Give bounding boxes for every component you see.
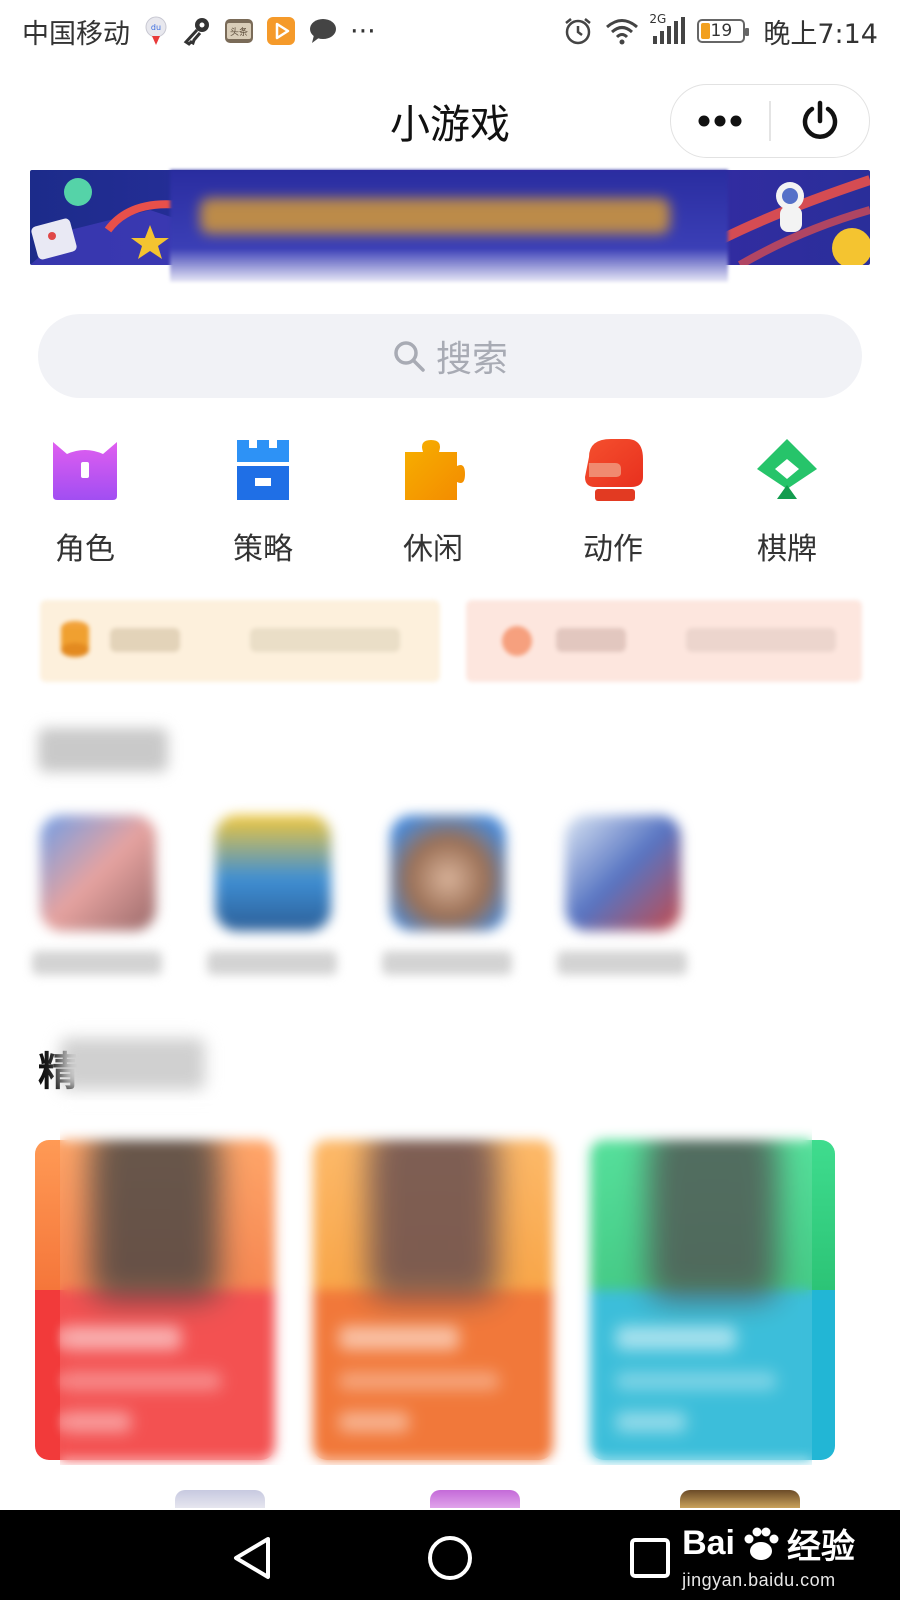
power-icon: [802, 100, 838, 139]
back-triangle-icon: [234, 1537, 270, 1579]
video-icon: [266, 16, 296, 46]
game-icon: [215, 815, 331, 931]
promo-card-right[interactable]: [466, 600, 862, 682]
promo-text: [250, 628, 400, 652]
boxing-glove-icon: [573, 430, 653, 510]
status-bar: 中国移动 du 头条 ··· 2G 19 晚上7:14: [0, 0, 900, 62]
game-icon: [390, 815, 506, 931]
toutiao-icon: 头条: [224, 16, 254, 46]
recent-game-1[interactable]: [32, 815, 162, 975]
key-icon: [182, 16, 212, 46]
category-label: 休闲: [403, 532, 463, 567]
back-button[interactable]: [222, 1528, 282, 1588]
more-notifications: ···: [350, 15, 376, 47]
battery-icon: 19: [697, 19, 750, 43]
battery-level: 19: [710, 21, 733, 41]
category-row: 角色 策略 休闲 动作 棋牌: [0, 430, 900, 567]
recents-square-icon: [630, 1538, 670, 1578]
search-placeholder: 搜索: [435, 339, 508, 380]
promo-icon: [502, 626, 532, 656]
wifi-icon: [605, 17, 639, 45]
next-row-peek-1: [175, 1490, 265, 1508]
banner-redacted-text: [170, 170, 728, 282]
recent-game-2[interactable]: [207, 815, 337, 975]
promo-text: [556, 628, 626, 652]
home-circle-icon: [428, 1536, 472, 1580]
category-label: 棋牌: [757, 532, 817, 567]
carrier-label: 中国移动: [22, 18, 130, 50]
castle-tower-icon: [223, 430, 303, 510]
promo-text: [110, 628, 180, 652]
category-label: 动作: [583, 532, 643, 567]
featured-redaction-overlay: [60, 1100, 812, 1465]
recents-button[interactable]: [620, 1528, 680, 1588]
recent-section-title: [38, 728, 168, 772]
next-row-peek-3: [680, 1490, 800, 1508]
banner-decoration-right: [720, 175, 870, 265]
banner-redacted-bar: [200, 198, 670, 234]
game-icon: [565, 815, 681, 931]
game-name: [557, 951, 687, 975]
search-icon: [394, 341, 425, 372]
alarm-icon: [563, 16, 593, 46]
mini-program-navbar: 小游戏: [0, 62, 900, 178]
game-icon: [40, 815, 156, 931]
svg-text:du: du: [151, 23, 161, 32]
banner-decoration-left: [30, 178, 180, 265]
home-button[interactable]: [420, 1528, 480, 1588]
baidu-map-icon: du: [142, 16, 170, 46]
game-name: [207, 951, 337, 975]
horned-helmet-icon: [45, 430, 125, 510]
category-label: 角色: [55, 532, 115, 567]
next-row-peek-2: [430, 1490, 520, 1508]
category-action[interactable]: 动作: [553, 430, 673, 568]
recent-game-4[interactable]: [557, 815, 687, 975]
signal-icon: 2G: [649, 12, 686, 46]
network-type: 2G: [649, 12, 667, 26]
category-role[interactable]: 角色: [25, 430, 145, 568]
category-casual[interactable]: 休闲: [373, 430, 493, 568]
capsule-menu: [670, 84, 870, 158]
more-button[interactable]: [671, 85, 769, 157]
featured-title-redacted: [60, 1038, 205, 1090]
search-input[interactable]: 搜索: [38, 314, 862, 398]
paw-icon: [744, 1527, 779, 1560]
category-label: 策略: [233, 532, 293, 567]
spade-card-icon: [747, 430, 827, 510]
battery-fill: [701, 23, 710, 39]
clock: 晚上7:14: [763, 18, 878, 50]
more-dots-icon: [698, 115, 742, 127]
category-board[interactable]: 棋牌: [727, 430, 847, 568]
message-icon: [308, 17, 338, 45]
promo-card-left[interactable]: [40, 600, 440, 682]
promo-text: [686, 628, 836, 652]
close-button[interactable]: [771, 85, 869, 157]
svg-text:头条: 头条: [230, 26, 248, 38]
puzzle-piece-icon: [393, 430, 473, 510]
recent-game-3[interactable]: [382, 815, 512, 975]
baidu-jingyan-watermark: Bai 经验 jingyan.baidu.com: [682, 1510, 855, 1600]
watermark-brand-prefix: Bai: [682, 1524, 735, 1562]
coins-icon: [61, 621, 89, 657]
watermark-brand-suffix: 经验: [787, 1528, 855, 1566]
game-name: [32, 951, 162, 975]
watermark-url: jingyan.baidu.com: [682, 1570, 836, 1590]
category-strategy[interactable]: 策略: [203, 430, 323, 568]
game-name: [382, 951, 512, 975]
